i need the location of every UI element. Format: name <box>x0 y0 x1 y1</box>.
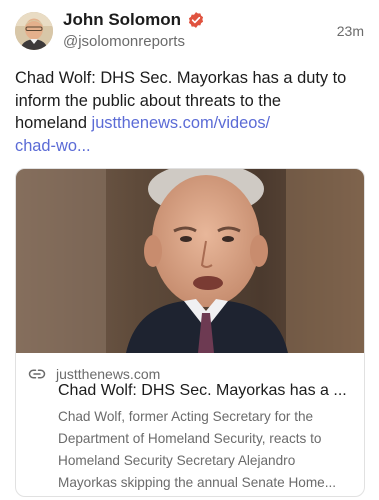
link-preview-card[interactable]: justthenews.com Chad Wolf: DHS Sec. Mayo… <box>15 168 365 497</box>
post-text-line: homeland <box>15 114 92 132</box>
link-preview-image[interactable] <box>16 169 364 353</box>
link-domain: justthenews.com <box>56 366 161 382</box>
post-timestamp[interactable]: 23m <box>337 23 364 39</box>
post-text-line: inform the public about threats to the <box>15 91 282 110</box>
post-link[interactable]: justthenews.com/videos/ <box>92 114 271 132</box>
post-text: Chad Wolf: DHS Sec. Mayorkas has a duty … <box>15 67 365 157</box>
author-handle[interactable]: @jsolomonreports <box>63 33 185 50</box>
preview-photo <box>16 169 364 353</box>
link-domain-row: justthenews.com <box>28 365 160 383</box>
post-link-continuation[interactable]: chad-wo... <box>15 137 91 155</box>
description-line: Homeland Security Secretary Alejandro <box>58 453 296 468</box>
post-header: John Solomon @jsolomonreports 23m <box>15 10 364 54</box>
link-chain-icon <box>28 369 46 379</box>
avatar[interactable] <box>15 12 53 50</box>
link-preview-title[interactable]: Chad Wolf: DHS Sec. Mayorkas has a ... <box>58 382 358 400</box>
link-preview-description: Chad Wolf, former Acting Secretary for t… <box>58 406 356 494</box>
post: John Solomon @jsolomonreports 23m Chad W… <box>0 0 379 500</box>
description-line: Department of Homeland Security, reacts … <box>58 431 322 446</box>
author-name-row: John Solomon <box>63 10 205 30</box>
verified-badge-icon <box>188 12 204 28</box>
avatar-photo <box>15 12 53 50</box>
post-text-line: Chad Wolf: DHS Sec. Mayorkas has a duty … <box>15 69 347 87</box>
author-name[interactable]: John Solomon <box>63 10 181 30</box>
description-line: Chad Wolf, former Acting Secretary for t… <box>58 409 314 424</box>
description-line: Mayorkas skipping the annual Senate Home… <box>58 475 337 490</box>
